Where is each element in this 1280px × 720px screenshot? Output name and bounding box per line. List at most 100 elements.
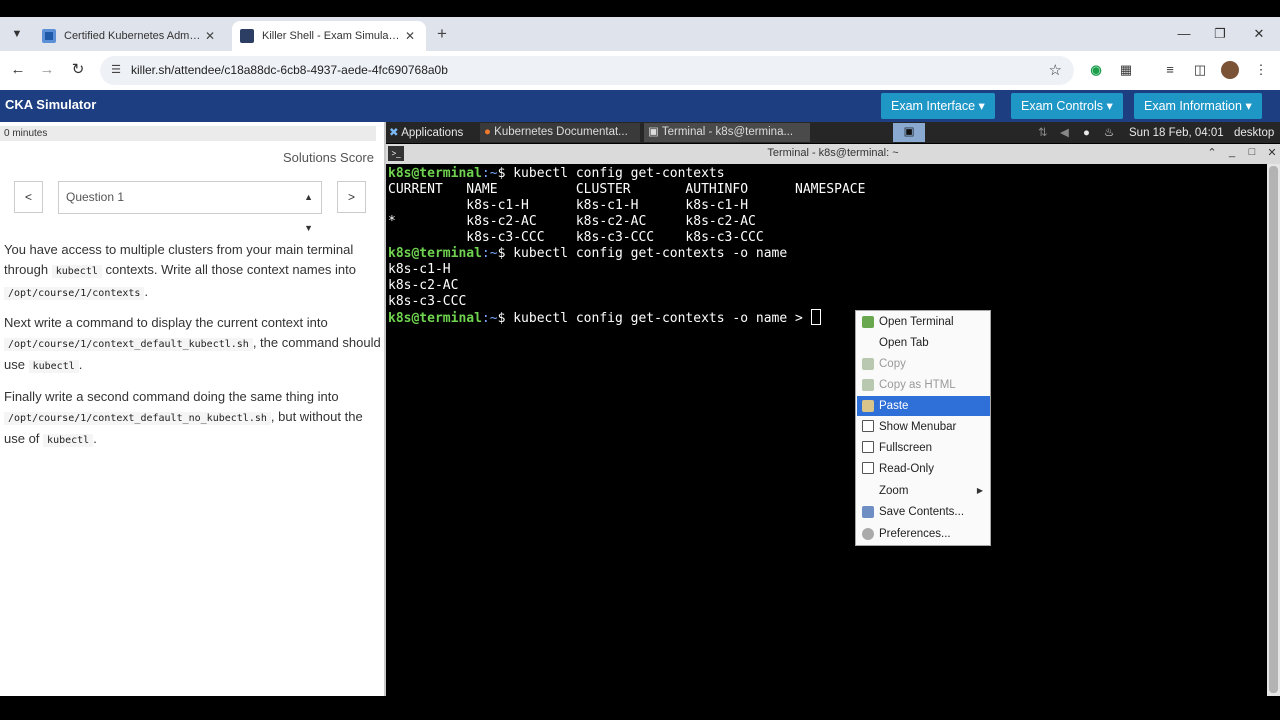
taskbar-kubernetes-docs[interactable]: ● Kubernetes Documentat... xyxy=(480,123,640,142)
address-bar: ← → ↻ ☰ killer.sh/attendee/c18a88dc-6cb8… xyxy=(0,51,1280,90)
previous-question-button[interactable]: < xyxy=(14,181,43,213)
terminal-line: k8s@terminal:~$ kubectl config get-conte… xyxy=(388,166,725,182)
text: . xyxy=(78,357,83,372)
clock[interactable]: Sun 18 Feb, 04:01 xyxy=(1129,125,1224,141)
menu-open-tab[interactable]: Open Tab xyxy=(857,333,990,353)
submenu-arrow-icon: ▶ xyxy=(976,486,983,495)
screen: ▼ Certified Kubernetes Administra ✕ Kill… xyxy=(0,0,1280,720)
question-select[interactable]: Question 1 ▲ ▼ xyxy=(58,181,322,233)
menu-copy-as-html[interactable]: Copy as HTML xyxy=(857,375,990,395)
bookmark-star-icon[interactable]: ☆ xyxy=(1049,61,1062,79)
save-icon xyxy=(862,506,874,518)
side-panel-icon[interactable]: ◫ xyxy=(1191,61,1209,79)
text: . xyxy=(144,284,149,299)
workspace-switcher[interactable]: ▣ xyxy=(893,123,925,142)
code-inline: kubectl xyxy=(43,434,94,447)
site-info-icon[interactable]: ☰ xyxy=(108,62,124,78)
close-icon[interactable]: ✕ xyxy=(202,29,218,43)
extensions-puzzle-icon[interactable]: ▦ xyxy=(1117,61,1135,79)
url-input[interactable]: ☰ killer.sh/attendee/c18a88dc-6cb8-4937-… xyxy=(100,56,1074,85)
volume-icon[interactable]: ◀ xyxy=(1060,125,1069,141)
taskbar-terminal[interactable]: ▣ Terminal - k8s@termina... xyxy=(644,123,810,142)
forward-icon[interactable]: → xyxy=(36,59,58,81)
question-paragraph-2: Next write a command to display the curr… xyxy=(4,313,382,377)
text: contexts. Write all those context names … xyxy=(105,262,357,277)
reload-icon[interactable]: ↻ xyxy=(67,59,89,81)
prompt-user: k8s@terminal xyxy=(388,166,482,181)
reading-list-icon[interactable]: ≡ xyxy=(1161,61,1179,79)
menu-save-contents[interactable]: Save Contents... xyxy=(857,502,990,522)
terminal-line: k8s@terminal:~$ kubectl config get-conte… xyxy=(388,309,821,327)
tab-certified-kubernetes[interactable]: Certified Kubernetes Administra ✕ xyxy=(34,21,226,51)
menu-fullscreen[interactable]: Fullscreen xyxy=(857,438,990,458)
terminal-output[interactable]: k8s@terminal:~$ kubectl config get-conte… xyxy=(386,164,1267,696)
tab-killer-shell[interactable]: Killer Shell - Exam Simulators ✕ xyxy=(232,21,426,51)
terminal-line: k8s@terminal:~$ kubectl config get-conte… xyxy=(388,246,787,262)
minimize-icon[interactable]: — xyxy=(1172,23,1196,45)
back-icon[interactable]: ← xyxy=(7,59,29,81)
menu-label: Paste xyxy=(879,400,909,412)
menu-label: Copy xyxy=(879,358,906,370)
notifications-bell-icon[interactable]: ♨ xyxy=(1104,125,1114,141)
restore-icon[interactable]: ❐ xyxy=(1208,23,1232,45)
command: kubectl config get-contexts -o name > xyxy=(513,311,811,326)
command: kubectl config get-contexts xyxy=(513,166,725,181)
tab-search-icon[interactable]: ▼ xyxy=(6,23,28,45)
menu-show-menubar[interactable]: Show Menubar xyxy=(857,417,990,437)
terminal-scrollbar[interactable] xyxy=(1267,164,1280,696)
window-close-icon[interactable]: ✕ xyxy=(1247,23,1271,45)
close-icon[interactable]: ✕ xyxy=(1264,146,1280,159)
cncf-favicon-icon xyxy=(42,29,56,43)
terminal-context-menu: Open Terminal Open Tab Copy Copy as HTML… xyxy=(855,310,991,546)
checkbox-icon[interactable] xyxy=(862,420,874,432)
copy-html-icon xyxy=(862,379,874,391)
prompt-user: k8s@terminal xyxy=(388,246,482,261)
prompt-sign: $ xyxy=(497,246,514,261)
grammarly-extension-icon[interactable]: ◉ xyxy=(1087,61,1105,79)
prompt-sign: $ xyxy=(497,311,514,326)
copy-icon xyxy=(862,358,874,370)
preferences-gear-icon xyxy=(862,528,874,540)
scrollbar-thumb[interactable] xyxy=(1269,166,1278,693)
solutions-score-link[interactable]: Solutions Score xyxy=(283,150,374,165)
code-inline: kubectl xyxy=(28,360,79,373)
desktop-label: desktop xyxy=(1234,127,1275,139)
menu-label: Preferences... xyxy=(879,528,951,540)
xfce-logo-icon: ✖ xyxy=(389,127,399,139)
menu-preferences[interactable]: Preferences... xyxy=(857,524,990,544)
paste-icon xyxy=(862,400,874,412)
url-text: killer.sh/attendee/c18a88dc-6cb8-4937-ae… xyxy=(131,63,448,77)
shade-icon[interactable]: ⌃ xyxy=(1204,146,1220,159)
menu-paste[interactable]: Paste xyxy=(857,396,990,416)
checkbox-icon[interactable] xyxy=(862,462,874,474)
maximize-icon[interactable]: □ xyxy=(1244,146,1260,158)
next-question-button[interactable]: > xyxy=(337,181,366,213)
new-tab-button[interactable]: + xyxy=(432,23,452,45)
exam-interface-button[interactable]: Exam Interface ▾ xyxy=(881,93,995,119)
checkbox-icon[interactable] xyxy=(862,441,874,453)
terminal-line: k8s-c2-AC xyxy=(388,278,459,293)
menu-label: Show Menubar xyxy=(879,421,957,433)
open-terminal-icon xyxy=(862,316,874,328)
terminal-titlebar[interactable]: >_ Terminal - k8s@terminal: ~ ⌃ _ □ ✕ xyxy=(386,144,1280,164)
menu-label: Open Tab xyxy=(879,337,929,349)
menu-copy[interactable]: Copy xyxy=(857,354,990,374)
menu-zoom[interactable]: Zoom ▶ xyxy=(857,481,990,501)
menu-read-only[interactable]: Read-Only xyxy=(857,459,990,479)
close-icon[interactable]: ✕ xyxy=(402,29,418,43)
terminal-line: k8s-c1-H xyxy=(388,262,451,277)
browser-menu-icon[interactable]: ⋮ xyxy=(1252,61,1270,79)
menu-label: Zoom xyxy=(879,485,909,497)
minimize-icon[interactable]: _ xyxy=(1224,146,1240,158)
exam-controls-button[interactable]: Exam Controls ▾ xyxy=(1011,93,1123,119)
applications-menu[interactable]: ✖ Applications xyxy=(389,125,463,141)
power-icon[interactable]: ● xyxy=(1083,125,1090,141)
menu-open-terminal[interactable]: Open Terminal xyxy=(857,312,990,332)
firefox-icon: ● xyxy=(484,126,491,138)
text: Next write a command to display the curr… xyxy=(4,315,328,330)
exam-information-button[interactable]: Exam Information ▾ xyxy=(1134,93,1262,119)
code-inline: kubectl xyxy=(51,265,102,278)
network-icon[interactable]: ⇅ xyxy=(1038,125,1048,141)
timer: 0 minutes xyxy=(0,126,376,141)
profile-avatar-icon[interactable] xyxy=(1221,61,1239,79)
